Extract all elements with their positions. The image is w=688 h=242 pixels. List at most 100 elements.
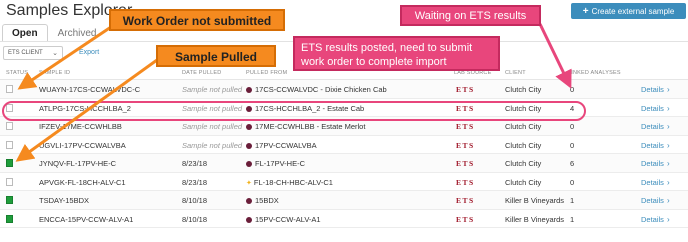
chevron-right-icon: › — [666, 214, 670, 224]
tab-bar: Open Archived — [2, 24, 106, 42]
lab-source: ETS — [456, 122, 475, 131]
details-label: Details — [641, 159, 664, 168]
pulled-from-label: 17PV-CCWALVBA — [255, 140, 317, 150]
status-icon — [6, 140, 13, 149]
status-icon — [6, 159, 13, 167]
wine-icon — [246, 105, 252, 112]
table-row[interactable]: APVGK-FL-18CH-ALV-C1 8/23/18 ✦ FL-18-CH-H… — [0, 173, 688, 191]
details-label: Details — [641, 85, 664, 94]
client-filter-select[interactable]: ETS CLIENT ⌄ — [3, 46, 63, 60]
lab-source: ETS — [456, 103, 475, 113]
table-row[interactable]: IFZEV-17ME-CCWHLBB Sample not pulled 17M… — [0, 117, 688, 136]
lab-source: ETS — [456, 196, 475, 205]
sample-id: UGVLI-17PV-CCWALVBA — [39, 140, 126, 150]
date-pulled: 8/10/18 — [182, 196, 208, 205]
details-link[interactable]: Details › — [641, 104, 670, 113]
details-link[interactable]: Details › — [641, 141, 670, 150]
linked-analyses: 0 — [570, 140, 575, 150]
column-header-pulled-from[interactable]: PULLED FROM — [246, 70, 287, 76]
column-header-linked-analyses[interactable]: LINKED ANALYSES — [568, 70, 621, 76]
chevron-right-icon: › — [666, 159, 670, 168]
chevron-down-icon: ⌄ — [52, 50, 58, 57]
client-filter-value: ETS CLIENT — [8, 50, 43, 56]
status-icon — [6, 214, 13, 223]
callout-waiting: Waiting on ETS results — [400, 5, 541, 26]
details-link[interactable]: Details › — [641, 215, 670, 224]
sample-id: IFZEV-17ME-CCWHLBB — [39, 122, 122, 131]
callout-sample-pulled: Sample Pulled — [156, 45, 276, 67]
pulled-from-label: FL-17PV-HE-C — [255, 159, 306, 168]
details-link[interactable]: Details › — [641, 159, 670, 168]
create-button-label: Create external sample — [591, 6, 675, 16]
details-link[interactable]: Details › — [641, 178, 670, 187]
table-body: WUAYN-17CS-CCWALVDC-C Sample not pulled … — [0, 80, 688, 228]
details-label: Details — [641, 177, 664, 187]
tab-archived[interactable]: Archived — [48, 24, 107, 42]
details-link[interactable]: Details › — [641, 196, 670, 205]
pulled-from: FL-17PV-HE-C — [246, 159, 305, 168]
table-row[interactable]: ATLPG-17CS-HCCHLBA_2 Sample not pulled 1… — [0, 99, 688, 117]
table-row[interactable]: JYNQV-FL-17PV-HE-C 8/23/18 FL-17PV-HE-C … — [0, 154, 688, 173]
chevron-right-icon: › — [666, 140, 670, 150]
status-icon — [6, 85, 13, 93]
details-label: Details — [641, 140, 664, 150]
column-header-date-pulled[interactable]: DATE PULLED — [182, 70, 221, 76]
linked-analyses: 1 — [570, 214, 575, 224]
pulled-from-label: 15PV-CCW-ALV-A1 — [255, 214, 321, 224]
table-row[interactable]: UGVLI-17PV-CCWALVBA Sample not pulled 17… — [0, 136, 688, 154]
linked-analyses: 1 — [570, 196, 575, 205]
pulled-from: 15PV-CCW-ALV-A1 — [246, 215, 321, 224]
table-row[interactable]: ENCCA-15PV-CCW-ALV-A1 8/10/18 15PV-CCW-A… — [0, 210, 688, 228]
chevron-right-icon: › — [666, 177, 670, 187]
pulled-from-label: 17ME-CCWHLBB - Estate Merlot — [255, 122, 366, 131]
client: Killer B Vineyards — [505, 196, 565, 205]
sample-id: TSDAY-15BDX — [39, 196, 90, 205]
wine-icon — [246, 142, 252, 149]
date-pulled: 8/23/18 — [182, 159, 208, 168]
column-header-sample-id[interactable]: SAMPLE ID — [39, 70, 70, 76]
status-icon — [6, 177, 13, 186]
client: Clutch City — [505, 177, 542, 187]
pulled-from: 17ME-CCWHLBB - Estate Merlot — [246, 122, 365, 131]
client: Clutch City — [505, 122, 542, 131]
tab-open[interactable]: Open — [2, 24, 48, 42]
wine-icon — [246, 161, 252, 167]
chevron-right-icon: › — [666, 122, 670, 131]
column-header-client[interactable]: CLIENT — [505, 70, 526, 76]
table-row[interactable]: TSDAY-15BDX 8/10/18 15BDX ETS Killer B V… — [0, 191, 688, 210]
client: Clutch City — [505, 103, 542, 113]
sample-id: APVGK-FL-18CH-ALV-C1 — [39, 177, 126, 187]
pulled-from: 17PV-CCWALVBA — [246, 141, 317, 150]
lab-source: ETS — [456, 85, 475, 94]
lab-source: ETS — [456, 140, 475, 150]
date-pulled: Sample not pulled — [182, 140, 243, 150]
chevron-right-icon: › — [666, 196, 670, 205]
details-link[interactable]: Details › — [641, 122, 670, 131]
callout-results-posted: ETS results posted, need to submit work … — [293, 36, 500, 71]
pulled-from-label: 17CS-HCCHLBA_2 - Estate Cab — [255, 103, 365, 113]
pulled-from: ✦ FL-18-CH-HBC-ALV-C1 — [246, 178, 333, 187]
date-pulled: Sample not pulled — [182, 85, 243, 94]
column-header-status[interactable]: STATUS — [6, 70, 28, 76]
create-external-sample-button[interactable]: + Create external sample — [571, 3, 686, 19]
pulled-from-label: 15BDX — [255, 196, 279, 205]
wine-icon — [246, 124, 252, 130]
chevron-right-icon: › — [666, 103, 670, 113]
linked-analyses: 6 — [570, 159, 575, 168]
pulled-from: 15BDX — [246, 196, 279, 205]
pulled-from-label: 17CS-CCWALVDC - Dixie Chicken Cab — [255, 85, 387, 94]
sample-id: JYNQV-FL-17PV-HE-C — [39, 159, 117, 168]
linked-analyses: 4 — [570, 103, 575, 113]
wine-icon — [246, 198, 252, 204]
sample-id: ATLPG-17CS-HCCHLBA_2 — [39, 103, 131, 113]
client: Clutch City — [505, 159, 542, 168]
table-row[interactable]: WUAYN-17CS-CCWALVDC-C Sample not pulled … — [0, 80, 688, 99]
pulled-from: 17CS-HCCHLBA_2 - Estate Cab — [246, 104, 364, 113]
details-link[interactable]: Details › — [641, 85, 670, 94]
status-icon — [6, 196, 13, 204]
callout-work-order: Work Order not submitted — [109, 9, 285, 31]
details-label: Details — [641, 196, 664, 205]
linked-analyses: 0 — [570, 85, 575, 94]
export-link[interactable]: Export — [79, 49, 99, 56]
details-label: Details — [641, 103, 664, 113]
